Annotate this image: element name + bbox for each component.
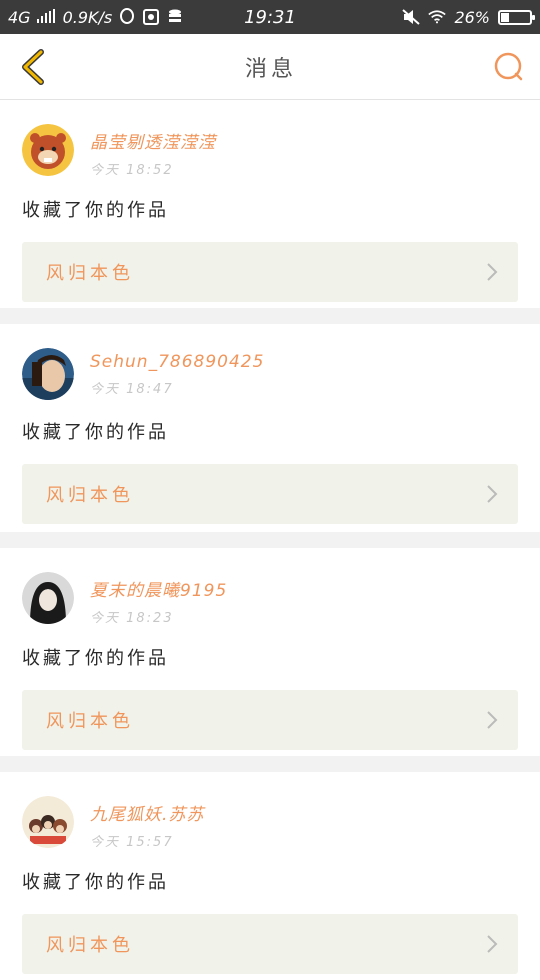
timestamp: 今天 18:23 (90, 611, 174, 626)
chevron-left-icon (22, 48, 44, 85)
work-title: 风归本色 (46, 935, 134, 956)
action-text: 收藏了你的作品 (22, 200, 169, 221)
work-title: 风归本色 (46, 263, 134, 284)
notification-card: 九尾狐妖.苏苏 今天 15:57 收藏了你的作品 风归本色 (0, 772, 540, 980)
chevron-right-icon (487, 263, 498, 281)
battery-percent: 26% (454, 7, 490, 27)
action-text: 收藏了你的作品 (22, 872, 169, 893)
avatar[interactable] (22, 796, 74, 848)
chevron-right-icon (487, 935, 498, 953)
notification-list: 晶莹剔透滢滢滢 今天 18:52 收藏了你的作品 风归本色 Sehun_7868… (0, 100, 540, 980)
network-indicator: 4G (8, 7, 31, 27)
work-title: 风归本色 (46, 485, 134, 506)
storage-icon (166, 8, 184, 26)
work-link[interactable]: 风归本色 (22, 242, 518, 302)
status-bar: 4G 0.9K/s 19:31 26% (0, 0, 540, 34)
avatar[interactable] (22, 348, 74, 400)
username[interactable]: 夏末的晨曦9195 (90, 576, 227, 601)
username[interactable]: Sehun_786890425 (90, 352, 264, 372)
battery-icon (498, 9, 535, 25)
search-icon (494, 52, 523, 80)
page-title: 消息 (244, 56, 297, 82)
notification-card: 夏末的晨曦9195 今天 18:23 收藏了你的作品 风归本色 (0, 548, 540, 756)
mute-icon (402, 8, 421, 26)
username[interactable]: 九尾狐妖.苏苏 (90, 800, 204, 825)
work-link[interactable]: 风归本色 (22, 914, 518, 974)
back-button[interactable] (14, 48, 52, 86)
work-link[interactable]: 风归本色 (22, 690, 518, 750)
timestamp: 今天 18:52 (90, 163, 174, 178)
signal-icon (36, 8, 57, 27)
action-text: 收藏了你的作品 (22, 648, 169, 669)
search-button[interactable] (490, 48, 528, 86)
notification-card: 晶莹剔透滢滢滢 今天 18:52 收藏了你的作品 风归本色 (0, 100, 540, 308)
chevron-right-icon (487, 711, 498, 729)
action-text: 收藏了你的作品 (22, 422, 169, 443)
avatar[interactable] (22, 572, 74, 624)
avatar[interactable] (22, 124, 74, 176)
notification-card: Sehun_786890425 今天 18:47 收藏了你的作品 风归本色 (0, 324, 540, 532)
work-link[interactable]: 风归本色 (22, 464, 518, 524)
app-notification-icon (142, 8, 160, 26)
username[interactable]: 晶莹剔透滢滢滢 (90, 128, 216, 153)
qq-icon (118, 8, 136, 26)
timestamp: 今天 18:47 (90, 382, 174, 397)
chevron-right-icon (487, 485, 498, 503)
network-speed: 0.9K/s (62, 7, 113, 27)
work-title: 风归本色 (46, 711, 134, 732)
timestamp: 今天 15:57 (90, 835, 174, 850)
top-bar: 消息 (0, 34, 540, 100)
wifi-icon (428, 8, 447, 26)
